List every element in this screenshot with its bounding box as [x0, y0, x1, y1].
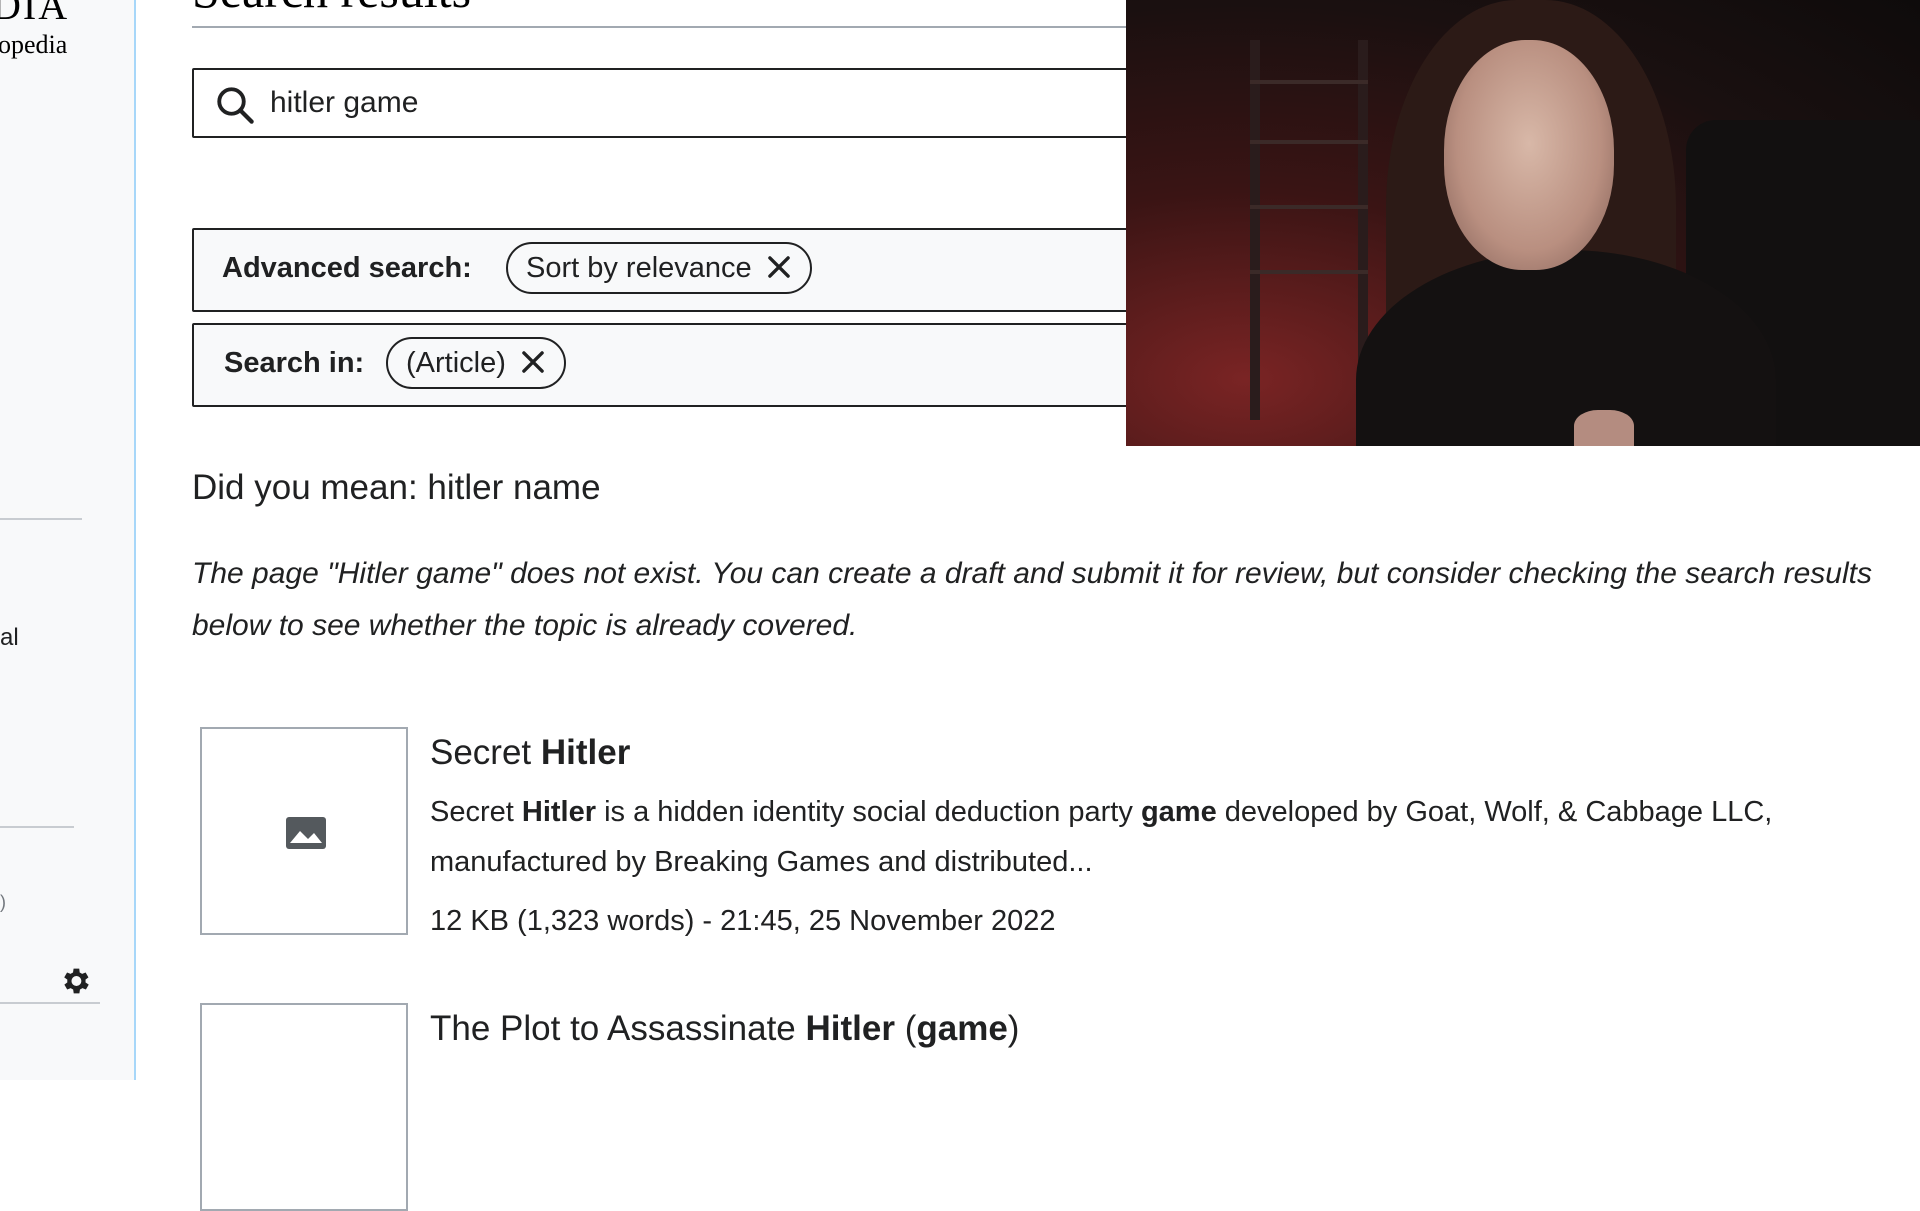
sidebar-item-fragment[interactable]: ): [0, 892, 6, 913]
close-icon[interactable]: [766, 254, 792, 280]
result-title-link[interactable]: Secret Hitler: [430, 733, 630, 773]
result-title-paren: (: [904, 1009, 917, 1048]
result-title-paren: ): [1007, 1009, 1020, 1048]
snippet-match: Hitler: [521, 796, 597, 828]
sort-by-relevance-chip[interactable]: Sort by relevance: [506, 242, 812, 294]
search-in-label: Search in:: [224, 347, 365, 379]
result-title-text: The Plot to Assassinate: [430, 1009, 796, 1048]
site-logo-tagline[interactable]: opedia: [0, 30, 67, 60]
article-namespace-chip[interactable]: (Article): [386, 337, 566, 389]
did-you-mean-suggestion-link[interactable]: hitler name: [427, 468, 600, 507]
webcam-background-rung: [1250, 205, 1368, 209]
webcam-overlay: [1126, 0, 1920, 446]
webcam-background-rung: [1250, 80, 1368, 84]
did-you-mean-prefix: Did you mean:: [192, 468, 418, 507]
advanced-search-panel: Advanced search: Sort by relevance: [192, 228, 1152, 312]
snippet-text: is a hidden identity social deduction pa…: [604, 796, 1133, 828]
webcam-person-hand: [1574, 410, 1634, 446]
page-title: Search results: [192, 0, 1132, 28]
webcam-background-rung: [1250, 140, 1368, 144]
did-you-mean: Did you mean: hitler name: [192, 468, 601, 508]
result-snippet: Secret Hitler is a hidden identity socia…: [430, 787, 1890, 887]
sidebar: DIA opedia al ): [0, 0, 136, 1080]
page-not-exist-notice: The page "Hitler game" does not exist. Y…: [192, 557, 1872, 642]
chip-label: Sort by relevance: [526, 252, 752, 284]
search-box[interactable]: [192, 68, 1152, 138]
result-thumbnail[interactable]: [200, 1003, 408, 1211]
snippet-text: Secret: [430, 796, 514, 828]
result-title-match: game: [916, 1009, 1008, 1048]
search-icon[interactable]: [214, 84, 256, 126]
webcam-person-face: [1444, 40, 1614, 270]
webcam-background-rung: [1250, 270, 1368, 274]
result-thumbnail[interactable]: [200, 727, 408, 935]
search-in-panel: Search in: (Article): [192, 323, 1152, 407]
result-title-match: Hitler: [805, 1009, 895, 1048]
search-result: Secret Hitler Secret Hitler is a hidden …: [200, 727, 1900, 937]
result-title-match: Hitler: [540, 733, 631, 772]
chip-label: (Article): [406, 347, 506, 379]
sidebar-divider: [0, 826, 74, 828]
image-placeholder-icon: [286, 817, 326, 849]
advanced-search-label: Advanced search:: [222, 252, 472, 284]
site-logo-wordmark[interactable]: DIA: [0, 0, 69, 29]
close-icon[interactable]: [520, 349, 546, 375]
sidebar-item-fragment[interactable]: al: [0, 624, 19, 652]
result-title-text: Secret: [430, 733, 532, 772]
search-input[interactable]: [270, 82, 1130, 124]
sidebar-divider: [0, 518, 82, 520]
result-title-link[interactable]: The Plot to Assassinate Hitler (game): [430, 1009, 1019, 1049]
sidebar-divider: [0, 1002, 100, 1004]
search-result: The Plot to Assassinate Hitler (game): [200, 1003, 1900, 1211]
result-metadata: 12 KB (1,323 words) - 21:45, 25 November…: [430, 905, 1056, 937]
webcam-background-shelf: [1250, 40, 1260, 420]
gear-icon[interactable]: [58, 964, 92, 998]
snippet-match: game: [1140, 796, 1217, 828]
